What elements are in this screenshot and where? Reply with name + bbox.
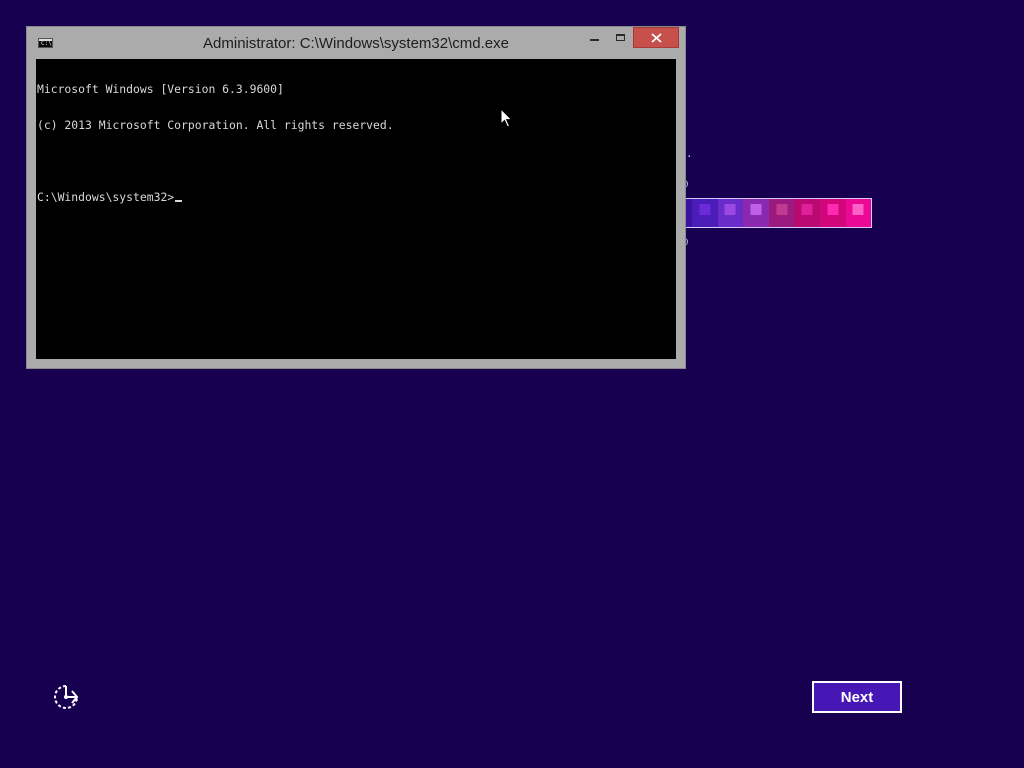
color-strip-square <box>776 204 788 215</box>
color-strip-segment <box>845 199 871 227</box>
mouse-pointer-icon <box>500 108 513 128</box>
prompt-line[interactable]: C:\Windows\system32> <box>37 191 676 203</box>
color-strip-segment <box>819 199 846 227</box>
maximize-button[interactable] <box>607 27 633 48</box>
console-output[interactable]: Microsoft Windows [Version 6.3.9600] (c)… <box>36 59 676 359</box>
color-strip-square <box>801 204 813 215</box>
background-glyph: . <box>686 147 693 160</box>
color-strip-segment <box>717 199 744 227</box>
minimize-icon <box>589 38 599 41</box>
color-strip-segment <box>692 199 718 227</box>
console-line: Microsoft Windows [Version 6.3.9600] <box>37 82 284 96</box>
color-strip-segment <box>794 199 820 227</box>
cmd-window[interactable]: C:\ Administrator: C:\Windows\system32\c… <box>26 26 686 369</box>
color-strip-square <box>699 204 711 215</box>
text-cursor <box>175 200 183 202</box>
ease-of-access-icon[interactable] <box>52 683 80 711</box>
minimize-button[interactable] <box>581 27 607 48</box>
color-strip-square <box>827 204 839 215</box>
color-strip-square <box>724 204 736 215</box>
close-button[interactable] <box>633 27 679 48</box>
title-bar[interactable]: C:\ Administrator: C:\Windows\system32\c… <box>27 27 685 59</box>
close-icon <box>650 32 662 43</box>
color-strip-segment <box>768 199 795 227</box>
maximize-icon <box>615 34 625 41</box>
color-strip-square <box>852 204 864 215</box>
console-line: (c) 2013 Microsoft Corporation. All righ… <box>37 118 394 132</box>
setup-background: . 0 0 C:\ Administrator: C:\Windows\syst… <box>0 0 1024 768</box>
color-strip-square <box>750 204 762 215</box>
color-strip-segment <box>743 199 769 227</box>
next-button[interactable]: Next <box>812 681 902 713</box>
prompt-path: C:\Windows\system32> <box>37 190 175 204</box>
